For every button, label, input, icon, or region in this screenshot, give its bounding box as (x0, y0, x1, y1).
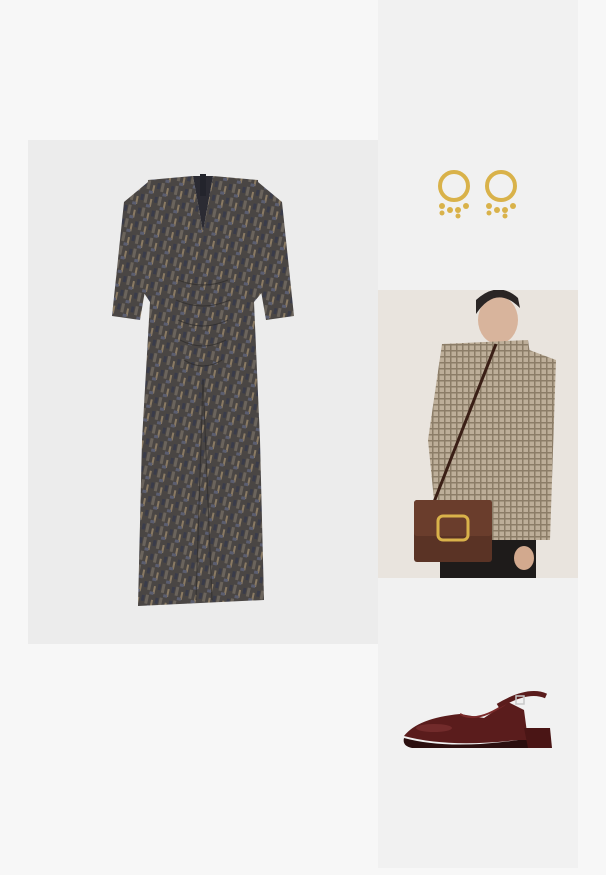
outfit-item-shoes[interactable] (378, 578, 578, 868)
dress-image (112, 174, 294, 606)
crossbody-bag-image (378, 290, 578, 578)
outfit-item-earrings[interactable] (378, 0, 578, 290)
outfit-item-bag[interactable] (378, 290, 578, 578)
earrings-image (438, 170, 517, 219)
outfit-item-dress[interactable] (28, 140, 378, 644)
slingback-shoe-image (403, 691, 552, 748)
